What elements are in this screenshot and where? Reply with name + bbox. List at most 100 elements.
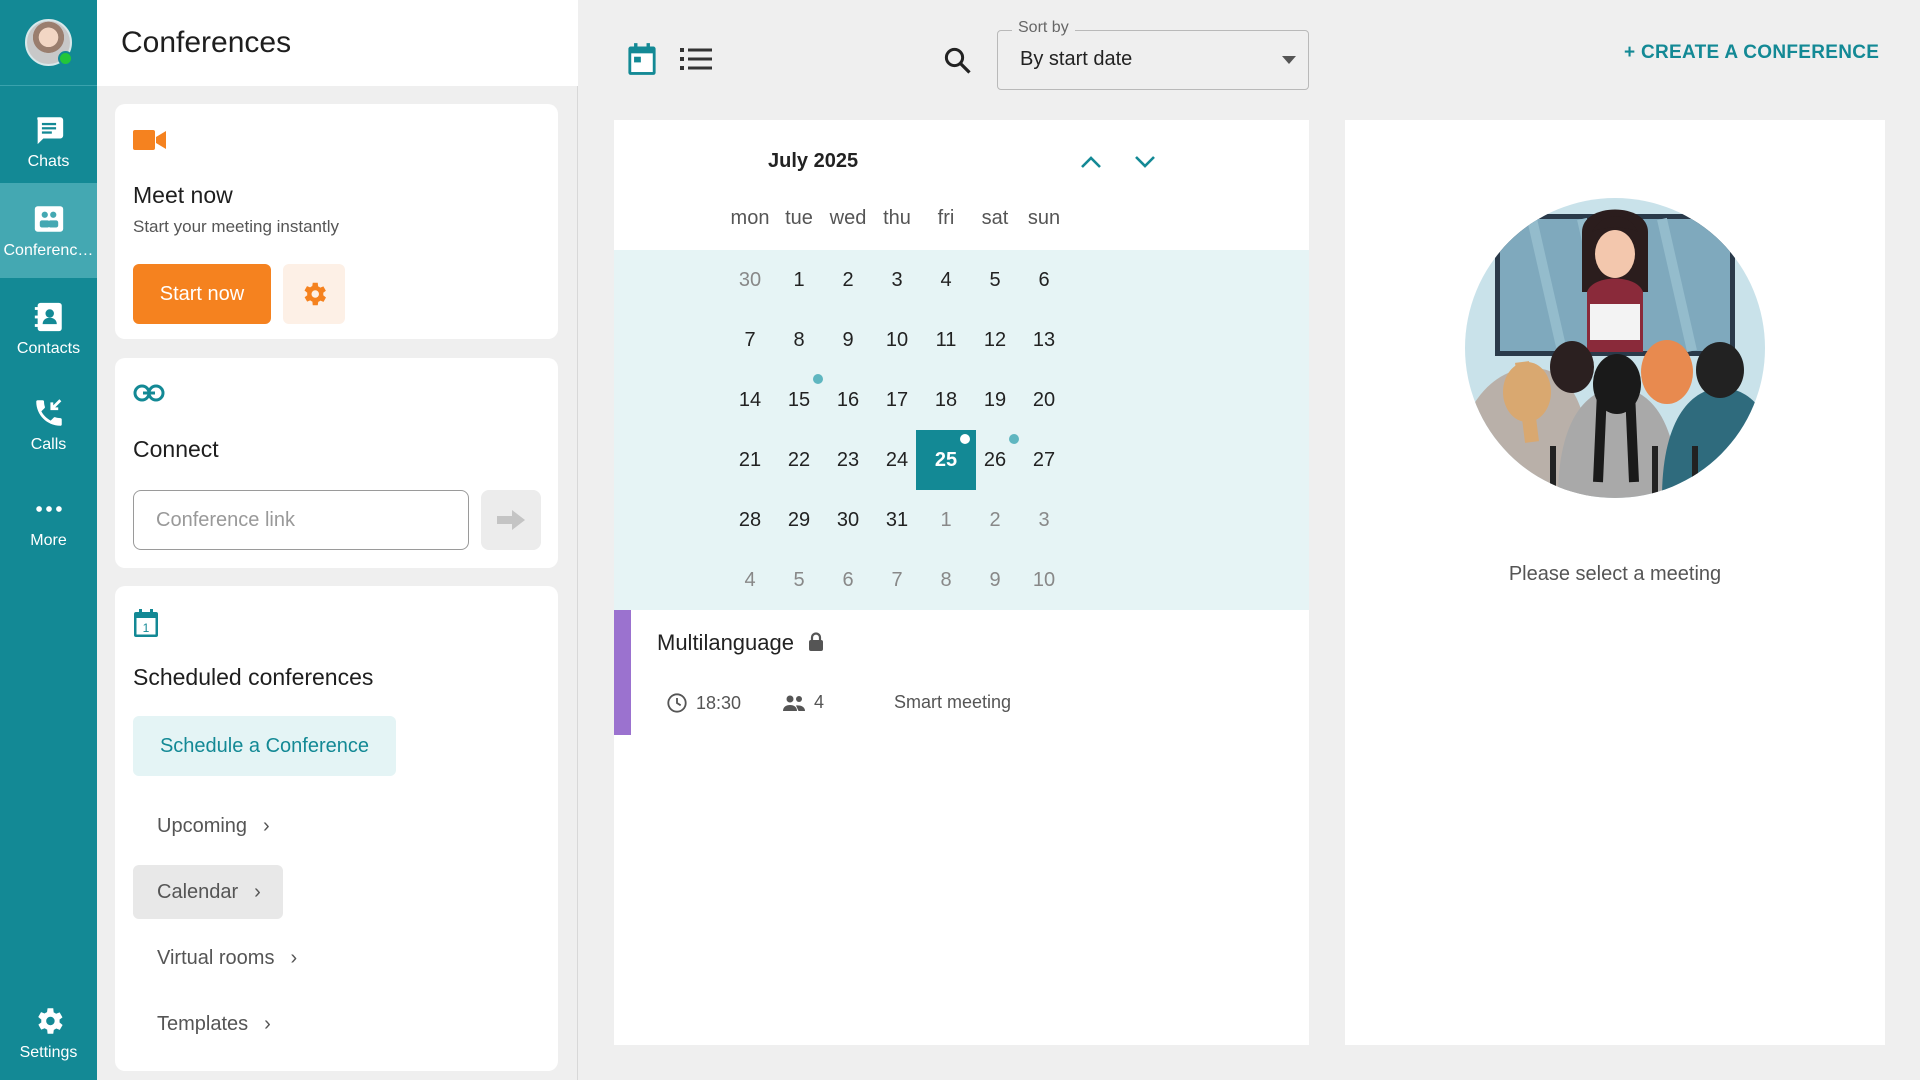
rail-item-contacts[interactable]: Contacts xyxy=(0,281,97,376)
calendar-day-number: 10 xyxy=(1032,568,1056,591)
start-now-button[interactable]: Start now xyxy=(133,264,271,324)
chevron-right-icon: › xyxy=(264,1012,271,1035)
calendar-day-number: 31 xyxy=(885,508,909,531)
calendar-day[interactable]: 10 xyxy=(1014,550,1074,610)
sort-by-select[interactable]: Sort by By start date xyxy=(997,19,1309,90)
event-type: Smart meeting xyxy=(894,692,1011,713)
connect-title: Connect xyxy=(133,436,219,462)
event-participants-count: 4 xyxy=(814,692,825,712)
online-status-icon xyxy=(58,51,73,66)
participants-icon xyxy=(783,695,805,711)
calendar-day-number: 23 xyxy=(836,448,860,471)
scheduled-title: Scheduled conferences xyxy=(133,664,374,690)
conference-link-input[interactable] xyxy=(133,490,469,550)
weekday-label: sun xyxy=(1027,207,1061,229)
event-item[interactable]: Multilanguage 18:30 4 Smart meeting xyxy=(614,610,1309,735)
chevron-right-icon: › xyxy=(263,814,270,837)
calendar-day-number: 25 xyxy=(934,448,958,471)
connect-go-button[interactable] xyxy=(481,490,541,550)
meeting-settings-button[interactable] xyxy=(283,264,345,324)
calendar-day-number: 22 xyxy=(787,448,811,471)
calendar-day-number: 2 xyxy=(842,268,854,291)
nav-link-label: Templates xyxy=(157,1012,249,1035)
rail-item-settings[interactable]: Settings xyxy=(0,985,97,1080)
calendar-day-number: 4 xyxy=(940,268,952,291)
rail-divider xyxy=(0,85,97,86)
event-participants: 4 xyxy=(782,692,824,713)
calendar-icon: 1 xyxy=(134,609,158,637)
calendar-day-number: 16 xyxy=(836,388,860,411)
rail-item-conferences[interactable]: Conferences xyxy=(0,183,97,278)
calendar-day-number: 9 xyxy=(842,328,854,351)
gear-icon xyxy=(304,282,326,306)
rail-label-calls: Calls xyxy=(30,435,67,453)
nav-link-calendar[interactable]: Calendar › xyxy=(133,865,283,919)
contacts-icon xyxy=(34,302,62,331)
meet-now-title: Meet now xyxy=(133,182,233,208)
event-time: 18:30 xyxy=(666,692,741,714)
calendar-day-number: 26 xyxy=(983,448,1007,471)
list-view-icon[interactable] xyxy=(680,46,712,72)
calendar-day-number: 24 xyxy=(885,448,909,471)
calendar-month-title: July 2025 xyxy=(768,150,859,172)
left-rail: Chats Conferences Contacts Calls More Se… xyxy=(0,0,97,1080)
nav-link-templates[interactable]: Templates › xyxy=(133,997,293,1051)
calendar-day-number: 1 xyxy=(940,508,952,531)
svg-text:1: 1 xyxy=(143,621,150,635)
calendar-day-number: 15 xyxy=(787,388,811,411)
next-month-button[interactable] xyxy=(1131,148,1159,176)
more-icon xyxy=(35,505,62,512)
calendar-day-number: 17 xyxy=(885,388,909,411)
calendar-day-number: 12 xyxy=(983,328,1007,351)
event-title: Multilanguage xyxy=(657,630,794,655)
schedule-conference-button[interactable]: Schedule a Conference xyxy=(133,716,396,776)
calendar-day-number: 20 xyxy=(1032,388,1056,411)
calendar-day-number: 5 xyxy=(793,568,805,591)
chevron-down-icon xyxy=(1135,156,1155,168)
calendar-day-number: 30 xyxy=(738,268,762,291)
calendar-day[interactable]: 13 xyxy=(1014,310,1074,370)
event-color-bar xyxy=(614,610,631,735)
rail-label-conferences: Conferences xyxy=(3,241,94,259)
calendar-day[interactable]: 6 xyxy=(1014,250,1074,310)
calendar-day[interactable]: 3 xyxy=(1014,490,1074,550)
link-icon xyxy=(133,384,165,402)
page-title: Conferences xyxy=(121,26,292,59)
calendar-day-number: 9 xyxy=(989,568,1001,591)
sort-by-label: Sort by xyxy=(1012,19,1075,37)
rail-item-chats[interactable]: Chats xyxy=(0,94,97,189)
calendar-day[interactable]: 27 xyxy=(1014,430,1074,490)
calendar-day-number: 7 xyxy=(891,568,903,591)
user-avatar[interactable] xyxy=(25,19,73,66)
nav-link-virtual-rooms[interactable]: Virtual rooms › xyxy=(133,931,319,985)
event-time-value: 18:30 xyxy=(696,692,742,713)
meet-now-card: Meet now Start your meeting instantly St… xyxy=(115,104,558,339)
clock-icon xyxy=(667,693,687,713)
sort-by-value: By start date xyxy=(1020,48,1133,70)
nav-link-upcoming[interactable]: Upcoming › xyxy=(133,799,292,853)
calendar-day[interactable]: 20 xyxy=(1014,370,1074,430)
meeting-detail-panel: Please select a meeting xyxy=(1345,120,1885,1045)
event-type-label: Smart meeting xyxy=(894,692,1012,712)
chat-icon xyxy=(36,116,63,144)
gear-icon xyxy=(37,1007,63,1034)
previous-month-button[interactable] xyxy=(1077,148,1105,176)
rail-label-more: More xyxy=(30,531,67,549)
rail-item-more[interactable]: More xyxy=(0,473,97,568)
rail-item-calls[interactable]: Calls xyxy=(0,377,97,472)
connect-card: Connect xyxy=(115,358,558,568)
calendar-view-icon[interactable] xyxy=(626,42,658,76)
calendar-day-number: 30 xyxy=(836,508,860,531)
create-conference-button[interactable]: + CREATE A CONFERENCE xyxy=(1624,42,1879,64)
calendar-day-number: 11 xyxy=(935,328,957,351)
nav-link-label: Calendar xyxy=(157,880,239,903)
calendar-day-number: 4 xyxy=(744,568,756,591)
caret-down-icon xyxy=(1282,56,1296,64)
calendar-panel: July 2025 mon tue wed thu fri sat sun 30 1 2 3 4 5 6… xyxy=(614,120,1309,1045)
calendar-day-number: 6 xyxy=(1038,268,1050,291)
conference-icon xyxy=(34,205,63,232)
search-icon[interactable] xyxy=(942,45,972,75)
calendar-day-number: 8 xyxy=(940,568,952,591)
calendar-day-number: 27 xyxy=(1032,448,1056,471)
calendar-day-number: 2 xyxy=(989,508,1001,531)
